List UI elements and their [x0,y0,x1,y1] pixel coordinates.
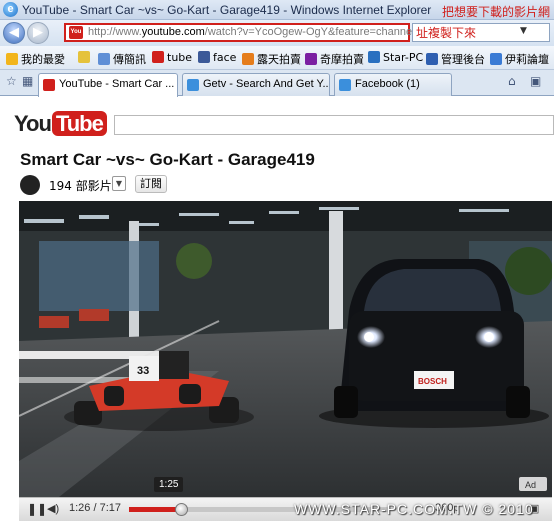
time-display: 1:26 / 7:17 [69,502,121,514]
favorites-center-icon[interactable]: ☆ [6,74,17,88]
volume-icon[interactable]: ◀) [47,502,59,515]
forward-button[interactable]: ▶ [27,22,49,44]
fav-item-face[interactable]: face [198,51,236,64]
tab-facebook[interactable]: Facebook (1) [334,73,452,96]
subscribe-button[interactable]: 訂閱 [135,175,167,193]
fav-item-admin[interactable]: 管理後台 [426,51,485,67]
admin-icon [426,53,438,65]
address-bar[interactable]: You http://www.youtube.com/watch?v=YcoOg… [64,23,415,42]
fav-item-tube[interactable]: tube [152,51,192,64]
window-title: YouTube - Smart Car ~vs~ Go-Kart - Garag… [22,3,432,17]
address-dropdown-icon[interactable]: ▼ [520,26,527,36]
ie-tab-icon [339,79,351,91]
add-favorite-icon[interactable] [78,51,93,64]
fav-item-starpc[interactable]: Star-PC [368,51,423,64]
svg-text:BOSCH: BOSCH [418,377,447,386]
annotation-address: 址複製下來 [416,26,477,40]
youtube-logo[interactable]: You Tube [14,111,107,137]
ie-logo-icon: e [3,2,18,17]
address-toolbar: ◀ ▶ You http://www.youtube.com/watch?v=Y… [0,20,554,46]
ruten-icon [242,53,254,65]
seek-tooltip: 1:25 [154,477,184,492]
fav-item-ruten[interactable]: 露天拍賣 [242,51,301,67]
video-title: Smart Car ~vs~ Go-Kart - Garage419 [20,150,315,169]
youtube-favicon-icon: You [69,26,83,39]
ad-badge: Ad [525,480,536,490]
back-button[interactable]: ◀ [3,22,25,44]
progress-played [129,507,181,512]
fav-item-yahoo-auction[interactable]: 奇摩拍賣 [305,51,364,67]
title-bar: e YouTube - Smart Car ~vs~ Go-Kart - Gar… [0,0,554,20]
search-input[interactable] [114,115,554,135]
progress-handle[interactable] [175,503,188,516]
video-count[interactable]: 194 部影片 [49,177,112,194]
mail-icon [98,53,110,65]
watermark: WWW.STAR-PC.COM.TW © 2010 [294,501,534,517]
favorites-button[interactable]: 我的最愛 [6,51,65,67]
youtube-page: You Tube Smart Car ~vs~ Go-Kart - Garage4… [0,97,554,524]
favorites-bar: 我的最愛 傳簡訊 tube face 露天拍賣 奇摩拍賣 Star-PC 管理後… [0,46,554,70]
channel-avatar[interactable] [20,175,40,195]
video-frame: 33 BOSCH Ad [19,201,552,497]
tab-bar: ☆ ▦ YouTube - Smart Car ... Getv - Searc… [0,70,554,97]
video-player[interactable]: 33 BOSCH Ad [19,201,552,497]
tab-getv[interactable]: Getv - Search And Get Y... [182,73,330,96]
quick-tabs-icon[interactable]: ▦ [22,74,33,88]
star-icon [6,53,18,65]
annotation-top: 把想要下載的影片網 [441,5,550,19]
eyny-icon [490,53,502,65]
starpc-icon [368,51,380,63]
feeds-icon[interactable]: ▣ [530,74,541,88]
home-icon[interactable]: ⌂ [508,74,516,88]
fav-item-eyny[interactable]: 伊莉論壇 [490,51,549,67]
channel-dropdown-icon[interactable]: ▼ [112,176,126,191]
fav-item-sms[interactable]: 傳簡訊 [98,51,146,67]
pause-button[interactable]: ❚❚ [27,502,47,516]
youtube-tab-icon [43,79,55,91]
yahoo-icon [305,53,317,65]
svg-text:33: 33 [137,365,149,377]
youtube-icon [152,51,164,63]
facebook-icon [198,51,210,63]
address-url[interactable]: http://www.youtube.com/watch?v=YcoOgew-O… [88,26,415,38]
ie-tab-icon [187,79,199,91]
tab-youtube[interactable]: YouTube - Smart Car ... [38,73,178,97]
